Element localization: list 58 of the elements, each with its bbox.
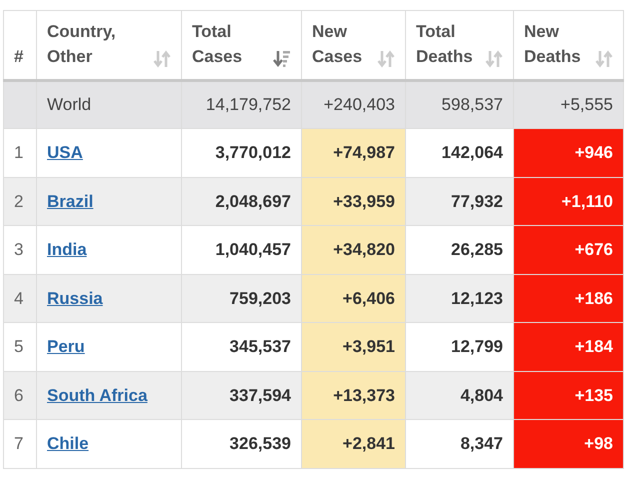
table-cell: +98 [584, 434, 613, 453]
table-cell: 759,203 [230, 288, 291, 308]
table-cell: +5,555 [560, 95, 613, 114]
table-cell: +186 [574, 288, 613, 308]
sort-arrows-icon[interactable] [153, 49, 171, 69]
table-cell: +946 [574, 143, 613, 162]
table-cell: +240,403 [324, 95, 395, 114]
rank-number: 6 [14, 386, 24, 404]
column-header[interactable]: # [14, 44, 24, 69]
rank-number: 5 [14, 337, 24, 356]
rank-number: 4 [14, 288, 24, 308]
table-cell: 12,123 [451, 288, 503, 308]
table-cell: 345,537 [230, 337, 291, 356]
table-cell: 337,594 [230, 386, 291, 404]
sort-descending-icon[interactable] [273, 49, 291, 69]
table-cell: 1,040,457 [215, 240, 291, 259]
table-cell: 4,804 [460, 386, 503, 404]
table-cell: 2,048,697 [215, 192, 291, 210]
country-link[interactable]: USA [47, 143, 83, 162]
table-cell: 26,285 [451, 240, 503, 259]
table-cell: 142,064 [442, 143, 503, 162]
table-cell: +135 [574, 386, 613, 404]
sort-arrows-icon[interactable] [595, 49, 613, 69]
table-cell: +34,820 [333, 240, 395, 259]
table-cell: +13,373 [333, 386, 395, 404]
column-header[interactable]: Total Cases [192, 19, 242, 69]
country-link[interactable]: Brazil [47, 192, 94, 210]
column-header[interactable]: Country, Other [47, 19, 116, 69]
table-cell: 3,770,012 [215, 143, 291, 162]
country-link[interactable]: Chile [47, 434, 89, 453]
table-cell: +6,406 [342, 288, 395, 308]
table-cell: 326,539 [230, 434, 291, 453]
table-cell: 598,537 [442, 95, 503, 114]
rank-number: 1 [14, 143, 24, 162]
rank-number: 7 [14, 434, 24, 453]
country-link[interactable]: South Africa [47, 386, 148, 404]
world-label: World [47, 95, 92, 114]
table-cell: 77,932 [451, 192, 503, 210]
country-link[interactable]: Peru [47, 337, 85, 356]
column-header[interactable]: New Deaths [524, 19, 581, 69]
sort-arrows-icon[interactable] [377, 49, 395, 69]
table-cell: +2,841 [342, 434, 395, 453]
table-cell: +184 [574, 337, 613, 356]
table-cell: +1,110 [561, 192, 613, 210]
table-cell: +676 [574, 240, 613, 259]
rank-number: 2 [14, 192, 24, 210]
country-link[interactable]: India [47, 240, 87, 259]
table-cell: 14,179,752 [206, 95, 291, 114]
sort-arrows-icon[interactable] [485, 49, 503, 69]
rank-number: 3 [14, 240, 24, 259]
table-cell: +33,959 [333, 192, 395, 210]
country-link[interactable]: Russia [47, 288, 103, 308]
table-cell: +74,987 [333, 143, 395, 162]
column-header[interactable]: Total Deaths [416, 19, 473, 69]
table-cell: 12,799 [451, 337, 503, 356]
column-header[interactable]: New Cases [312, 19, 362, 69]
table-cell: 8,347 [460, 434, 503, 453]
table-cell: +3,951 [342, 337, 395, 356]
